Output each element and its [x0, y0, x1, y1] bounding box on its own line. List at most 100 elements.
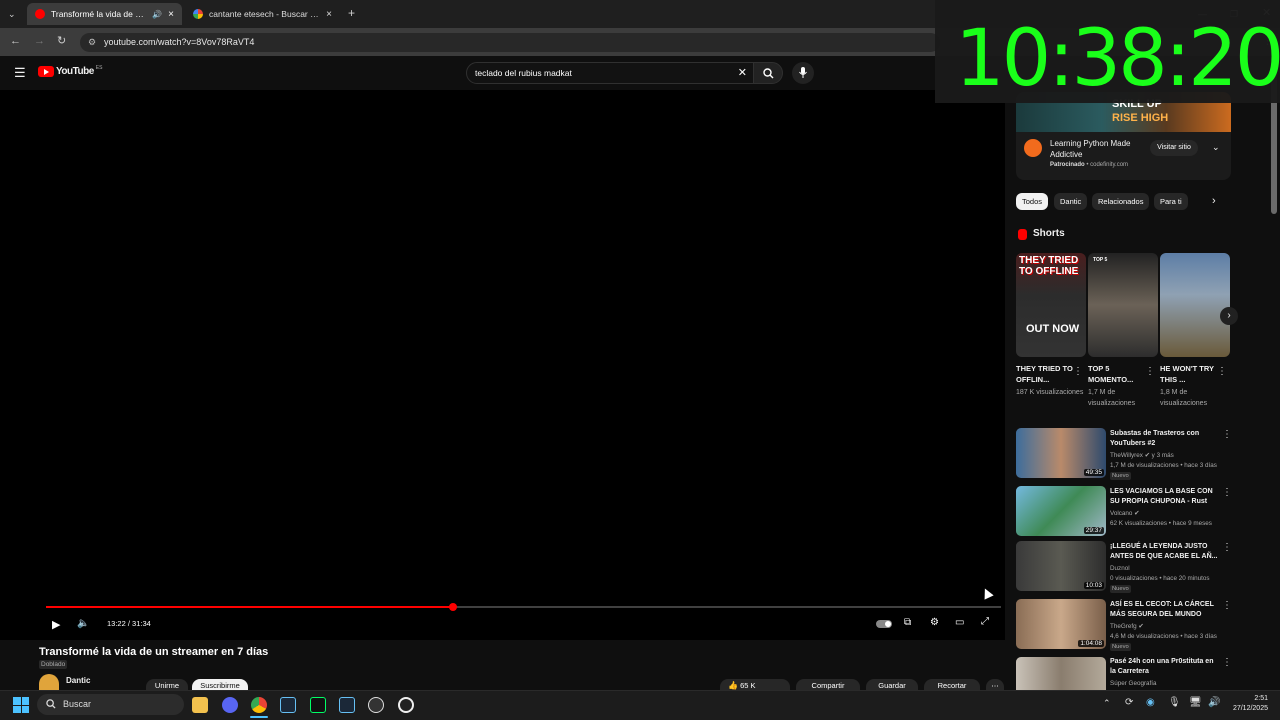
file-explorer-icon[interactable] — [192, 697, 208, 713]
short-more-icon[interactable]: ⋮ — [1145, 366, 1155, 377]
more-actions-button[interactable]: ⋯ — [986, 679, 1004, 690]
short-thumb-text: THEY TRIED — [1019, 255, 1079, 266]
youtube-play-logo-icon — [38, 66, 54, 77]
video-channel[interactable]: Súper Geografía — [1110, 679, 1230, 688]
tab-youtube[interactable]: Transformé la vida de un st 🔊 × — [27, 3, 182, 25]
back-icon[interactable]: ← — [10, 36, 21, 47]
close-tab-icon[interactable]: × — [168, 9, 174, 20]
voice-search-button[interactable] — [792, 62, 814, 84]
sponsored-ad[interactable]: SKILL UP RISE HIGH Learning Python Made … — [1016, 92, 1231, 180]
chip-todos[interactable]: Todos — [1016, 193, 1049, 210]
like-button[interactable]: 👍 65 K — [720, 679, 790, 690]
settings-gear-icon[interactable]: ⚙ — [930, 617, 939, 628]
clip-button[interactable]: Recortar — [924, 679, 980, 690]
subtitles-icon[interactable]: ⧉ — [904, 617, 911, 628]
terminal-icon[interactable] — [310, 697, 326, 713]
video-channel[interactable]: Volcano ✔ — [1110, 509, 1230, 518]
tab-search-icon[interactable]: ⌄ — [8, 9, 16, 20]
video-more-icon[interactable]: ⋮ — [1222, 487, 1232, 498]
speaker-icon[interactable]: 🔊 — [152, 10, 162, 19]
taskbar-search[interactable]: Buscar — [37, 694, 184, 715]
clear-search-icon[interactable]: ✕ — [738, 63, 747, 84]
visit-site-button[interactable]: Visitar sitio — [1150, 140, 1198, 156]
video-thumbnail[interactable]: 29:37 — [1016, 486, 1106, 536]
channel-name-text: Volcano — [1110, 510, 1133, 517]
short-title[interactable]: THEY TRIED TO OFFLIN... — [1016, 363, 1076, 385]
share-button[interactable]: Compartir — [796, 679, 860, 690]
reload-icon[interactable]: ↻ — [57, 36, 66, 47]
chrome-icon[interactable] — [251, 697, 267, 713]
forward-icon[interactable]: → — [34, 36, 45, 47]
channel-avatar[interactable] — [39, 674, 59, 690]
short-more-icon[interactable]: ⋮ — [1073, 366, 1083, 377]
google-favicon-icon — [193, 9, 203, 19]
address-bar[interactable]: ⚙ youtube.com/watch?v=8Vov78RaVT4 — [80, 33, 940, 52]
new-tab-icon[interactable]: + — [348, 7, 355, 19]
discord-icon[interactable] — [222, 697, 238, 713]
video-channel[interactable]: Duznol — [1110, 564, 1230, 573]
video-player[interactable] — [0, 90, 1005, 640]
start-button[interactable] — [13, 697, 29, 713]
volume-icon[interactable]: 🔈 — [77, 618, 89, 629]
shorts-next-button[interactable]: › — [1220, 307, 1238, 325]
video-more-icon[interactable]: ⋮ — [1222, 429, 1232, 440]
video-thumbnail[interactable]: 10:03 — [1016, 541, 1106, 591]
search-input[interactable]: teclado del rubius madkat ✕ — [466, 62, 754, 84]
tray-steam-icon[interactable]: ◉ — [1146, 697, 1155, 708]
taskbar-clock[interactable]: 2:51 27/12/2025 — [1226, 694, 1268, 714]
video-thumbnail[interactable] — [1016, 657, 1106, 690]
video-more-icon[interactable]: ⋮ — [1222, 657, 1232, 668]
chip-relacionados[interactable]: Relacionados — [1092, 193, 1150, 210]
short-more-icon[interactable]: ⋮ — [1217, 366, 1227, 377]
tray-volume-icon[interactable]: 🔊 — [1208, 697, 1220, 708]
video-channel[interactable]: TheWillyrex ✔ y 3 más — [1110, 451, 1230, 460]
video-item-title[interactable]: Subastas de Trasteros con YouTubers #2 — [1110, 429, 1220, 449]
autoplay-toggle[interactable] — [876, 620, 892, 628]
video-more-icon[interactable]: ⋮ — [1222, 542, 1232, 553]
tab-title: Transformé la vida de un st — [51, 9, 147, 19]
miniplayer-icon[interactable]: ▭ — [955, 617, 964, 628]
tray-chevron-icon[interactable]: ⌃ — [1103, 698, 1111, 709]
search-button[interactable] — [753, 62, 783, 84]
fullscreen-icon[interactable]: ⤢ — [981, 616, 989, 627]
steam-icon[interactable] — [280, 697, 296, 713]
video-item-title[interactable]: ¡LLEGUÉ A LEYENDA JUSTO ANTES DE QUE ACA… — [1110, 542, 1220, 562]
short-title[interactable]: TOP 5 MOMENTO... — [1088, 363, 1148, 385]
short-thumb-1[interactable]: THEY TRIED TO OFFLINE OUT NOW — [1016, 253, 1086, 357]
video-item-title[interactable]: Pasé 24h con una Pr0stituta en la Carret… — [1110, 657, 1220, 677]
video-thumbnail[interactable]: 49:35 — [1016, 428, 1106, 478]
tray-sync-icon[interactable]: ⟳ — [1125, 697, 1133, 708]
hamburger-menu-icon[interactable]: ☰ — [14, 66, 26, 79]
join-button[interactable]: Unirme — [146, 679, 188, 690]
clip-label: Recortar — [937, 681, 967, 690]
video-more-icon[interactable]: ⋮ — [1222, 600, 1232, 611]
chips-next-chevron-icon[interactable]: › — [1212, 195, 1216, 207]
steam-icon-2[interactable] — [339, 697, 355, 713]
video-thumbnail[interactable]: 1:04:08 — [1016, 599, 1106, 649]
short-thumb-2[interactable]: TOP 5 — [1088, 253, 1158, 357]
channel-name[interactable]: Dantic — [66, 676, 90, 685]
app-icon[interactable] — [398, 697, 414, 713]
search-icon — [763, 68, 774, 79]
tray-mic-icon[interactable]: 🎙 — [1168, 697, 1181, 708]
video-item-title[interactable]: LES VACIAMOS LA BASE CON SU PROPIA CHUPO… — [1110, 487, 1220, 507]
short-title[interactable]: HE WON'T TRY THIS ... — [1160, 363, 1220, 385]
obs-icon[interactable] — [368, 697, 384, 713]
subscribe-label: Suscribirme — [200, 681, 240, 690]
subscribe-button[interactable]: Suscribirme — [192, 679, 248, 690]
ad-expand-chevron-icon[interactable]: ⌄ — [1212, 142, 1220, 153]
progress-scrubber[interactable] — [449, 603, 457, 611]
tray-network-icon[interactable]: 🖥 — [1189, 697, 1202, 708]
video-channel[interactable]: TheGrefg ✔ — [1110, 622, 1230, 631]
video-item-title[interactable]: ASÍ ES EL CECOT: LA CÁRCEL MÁS SEGURA DE… — [1110, 600, 1220, 620]
youtube-logo[interactable]: YouTube ES — [38, 65, 102, 77]
close-tab-icon[interactable]: × — [326, 9, 332, 20]
chip-dantic[interactable]: Dantic — [1054, 193, 1088, 210]
play-button[interactable]: ▶ — [52, 618, 60, 631]
tab-google[interactable]: cantante etesech - Buscar con G × — [185, 3, 340, 25]
chip-para-ti[interactable]: Para ti — [1154, 193, 1188, 210]
short-thumb-3[interactable] — [1160, 253, 1230, 357]
save-button[interactable]: Guardar — [866, 679, 918, 690]
ad-meta: Patrocinado • codefinity.com — [1050, 162, 1129, 168]
site-info-icon[interactable]: ⚙ — [88, 33, 96, 52]
